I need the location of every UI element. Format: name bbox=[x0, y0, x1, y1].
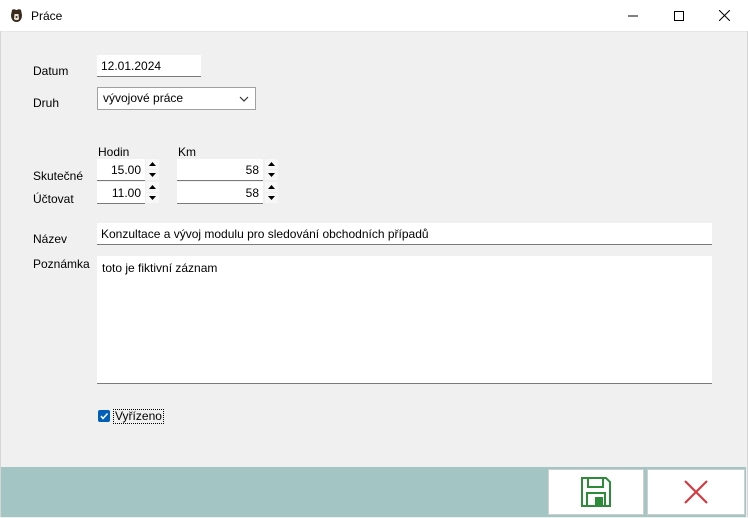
stepper-up-button[interactable] bbox=[146, 182, 159, 192]
stepper-down-button[interactable] bbox=[265, 193, 278, 203]
triangle-down-icon bbox=[268, 173, 275, 177]
maximize-button[interactable] bbox=[656, 0, 702, 31]
skutecne-hodin-field[interactable]: 15.00 bbox=[97, 159, 145, 181]
stepper-down-button[interactable] bbox=[146, 193, 159, 203]
close-window-button[interactable] bbox=[701, 0, 747, 31]
nazev-label: Název bbox=[33, 232, 68, 246]
uctovat-label: Účtovat bbox=[33, 192, 74, 206]
minimize-button[interactable] bbox=[610, 0, 656, 31]
uctovat-km-stepper[interactable] bbox=[265, 182, 278, 204]
triangle-down-icon bbox=[149, 196, 156, 200]
skutecne-hodin-stepper[interactable] bbox=[146, 159, 159, 181]
triangle-up-icon bbox=[268, 185, 275, 189]
title-bar: Práce bbox=[0, 0, 748, 32]
window-title: Práce bbox=[31, 9, 63, 23]
stepper-down-button[interactable] bbox=[146, 170, 159, 180]
druh-select[interactable]: vývojové práce bbox=[97, 87, 256, 110]
close-icon bbox=[718, 10, 730, 21]
skutecne-label: Skutečné bbox=[33, 169, 84, 183]
triangle-up-icon bbox=[149, 162, 156, 166]
vyrizeno-checkbox[interactable] bbox=[98, 410, 110, 422]
stepper-up-button[interactable] bbox=[146, 159, 159, 169]
triangle-up-icon bbox=[268, 162, 275, 166]
uctovat-km-field[interactable]: 58 bbox=[177, 182, 263, 204]
stepper-up-button[interactable] bbox=[265, 159, 278, 169]
triangle-down-icon bbox=[268, 196, 275, 200]
druh-selected-value: vývojové práce bbox=[103, 91, 184, 105]
stepper-down-button[interactable] bbox=[265, 170, 278, 180]
chevron-down-icon bbox=[239, 96, 249, 102]
datum-label: Datum bbox=[33, 64, 69, 78]
floppy-disk-icon bbox=[581, 477, 611, 507]
datum-field[interactable]: 12.01.2024 bbox=[97, 55, 201, 77]
triangle-up-icon bbox=[149, 185, 156, 189]
hodin-header: Hodin bbox=[98, 145, 130, 159]
maximize-icon bbox=[674, 10, 684, 21]
vyrizeno-label[interactable]: Vyřízeno bbox=[113, 409, 164, 424]
dog-icon bbox=[11, 9, 22, 22]
save-button[interactable] bbox=[548, 469, 644, 515]
poznamka-textarea[interactable]: toto je fiktivní záznam bbox=[97, 256, 712, 384]
triangle-down-icon bbox=[149, 173, 156, 177]
nazev-field[interactable]: Konzultace a vývoj modulu pro sledování … bbox=[97, 223, 712, 245]
stepper-up-button[interactable] bbox=[265, 182, 278, 192]
km-header: Km bbox=[178, 145, 196, 159]
uctovat-hodin-stepper[interactable] bbox=[146, 182, 159, 204]
poznamka-label: Poznámka bbox=[33, 257, 90, 271]
minimize-icon bbox=[628, 15, 638, 16]
checkmark-icon bbox=[100, 412, 109, 420]
uctovat-hodin-field[interactable]: 11.00 bbox=[97, 182, 145, 204]
close-x-icon bbox=[684, 480, 708, 504]
druh-label: Druh bbox=[33, 96, 60, 110]
cancel-button[interactable] bbox=[647, 469, 745, 515]
skutecne-km-field[interactable]: 58 bbox=[177, 159, 263, 181]
skutecne-km-stepper[interactable] bbox=[265, 159, 278, 181]
